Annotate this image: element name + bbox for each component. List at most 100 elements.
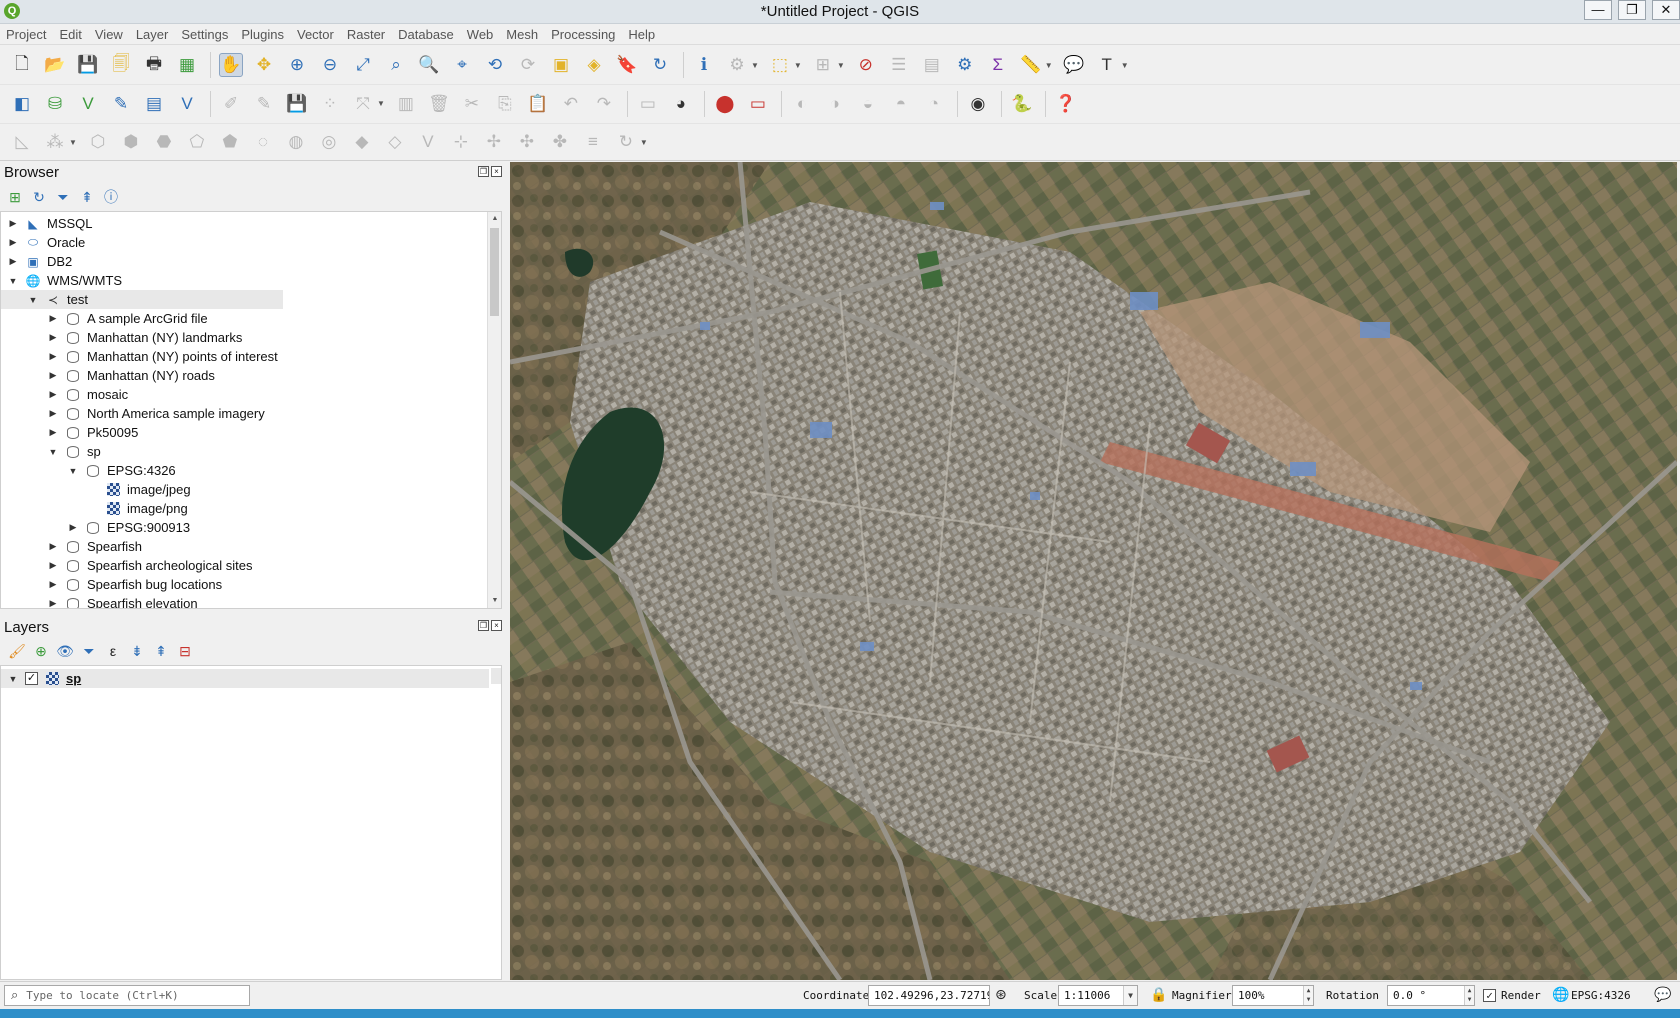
- reverse-line-icon[interactable]: ✤: [548, 130, 572, 154]
- expand-arrow-icon[interactable]: ▶: [47, 313, 59, 324]
- new-spatialite-icon[interactable]: ✎: [109, 92, 133, 116]
- tree-item-arcgrid[interactable]: ▶ A sample ArcGrid file: [47, 309, 208, 328]
- data-source-manager-icon[interactable]: ◧: [10, 92, 34, 116]
- filter-legend-icon[interactable]: ⏷: [80, 642, 98, 660]
- save-project-icon[interactable]: 💾: [76, 53, 100, 77]
- close-icon[interactable]: ×: [491, 620, 502, 631]
- collapse-arrow-icon[interactable]: ▼: [47, 447, 59, 457]
- menu-settings[interactable]: Settings: [181, 27, 228, 42]
- digitize-with-segment-icon[interactable]: ◺: [10, 130, 34, 154]
- browser-scrollbar[interactable]: ▲ ▼: [487, 212, 501, 608]
- tree-item-manhattan-poi[interactable]: ▶ Manhattan (NY) points of interest: [47, 347, 278, 366]
- add-selected-layers-icon[interactable]: ⊞: [6, 188, 24, 206]
- change-label-icon[interactable]: ◔: [922, 92, 946, 116]
- redo-icon[interactable]: ↷: [592, 92, 616, 116]
- expand-arrow-icon[interactable]: ▶: [47, 598, 59, 608]
- messages-icon[interactable]: 💬: [1654, 987, 1671, 1003]
- tree-item-manhattan-landmarks[interactable]: ▶ Manhattan (NY) landmarks: [47, 328, 243, 347]
- collapse-arrow-icon[interactable]: ▼: [7, 674, 19, 684]
- menu-view[interactable]: View: [95, 27, 123, 42]
- new-geopackage-icon[interactable]: ⛁: [43, 92, 67, 116]
- filter-expression-icon[interactable]: ε: [104, 642, 122, 660]
- expand-arrow-icon[interactable]: ▶: [47, 560, 59, 571]
- coordinate-field[interactable]: 102.49296,23.72719: [868, 985, 990, 1006]
- expand-arrow-icon[interactable]: ▶: [7, 237, 19, 248]
- layer-item-sp[interactable]: ▼ ✓ sp: [1, 669, 489, 688]
- scroll-down-icon[interactable]: ▼: [488, 594, 501, 608]
- undock-icon[interactable]: ❐: [478, 620, 489, 631]
- select-features-icon[interactable]: ⬚: [768, 53, 792, 77]
- chevron-down-icon[interactable]: ▼: [1045, 61, 1053, 70]
- python-console-icon[interactable]: 🐍: [1010, 92, 1034, 116]
- new-map-view-icon[interactable]: ▣: [549, 53, 573, 77]
- reshape-features-icon[interactable]: ⬟: [218, 130, 242, 154]
- align-icon[interactable]: ≡: [581, 130, 605, 154]
- zoom-native-icon[interactable]: ⌖: [450, 53, 474, 77]
- close-icon[interactable]: ×: [491, 166, 502, 177]
- tree-item-image-jpeg[interactable]: image/jpeg: [105, 480, 191, 499]
- copy-features-icon[interactable]: ⎘: [493, 92, 517, 116]
- magnifier-spinbox[interactable]: 100% ▲ ▼: [1232, 985, 1314, 1006]
- chevron-down-icon[interactable]: ▼: [640, 138, 648, 147]
- chevron-down-icon[interactable]: ▼: [69, 138, 77, 147]
- properties-info-icon[interactable]: ⓘ: [102, 188, 120, 206]
- cut-features-icon[interactable]: ✂: [460, 92, 484, 116]
- plugin-owl-icon[interactable]: ◉: [966, 92, 990, 116]
- zoom-to-selection-icon[interactable]: ⌕: [384, 53, 408, 77]
- render-checkbox[interactable]: ✓: [1483, 989, 1496, 1002]
- menu-plugins[interactable]: Plugins: [241, 27, 284, 42]
- chevron-down-icon[interactable]: ▼: [1121, 61, 1129, 70]
- menu-raster[interactable]: Raster: [347, 27, 385, 42]
- scale-combobox[interactable]: 1:11006 ▼: [1058, 985, 1138, 1006]
- menu-help[interactable]: Help: [628, 27, 655, 42]
- menu-edit[interactable]: Edit: [59, 27, 81, 42]
- pan-to-selection-icon[interactable]: ✥: [252, 53, 276, 77]
- chevron-down-icon[interactable]: ▼: [1123, 986, 1137, 1005]
- new-3d-view-icon[interactable]: ◈: [582, 53, 606, 77]
- statistics-icon[interactable]: Σ: [986, 53, 1010, 77]
- refresh-icon[interactable]: ↻: [30, 188, 48, 206]
- zoom-in-icon[interactable]: ⊕: [285, 53, 309, 77]
- expand-arrow-icon[interactable]: ▶: [67, 522, 79, 533]
- restore-button[interactable]: ❐: [1618, 0, 1646, 20]
- collapse-arrow-icon[interactable]: ▼: [7, 276, 19, 286]
- undo-icon[interactable]: ↶: [559, 92, 583, 116]
- save-as-icon[interactable]: 🗐: [109, 53, 133, 77]
- collapse-all-icon[interactable]: ⇞: [78, 188, 96, 206]
- add-feature-icon[interactable]: ⁘: [318, 92, 342, 116]
- tree-item-mssql[interactable]: ▶ ◣ MSSQL: [7, 214, 93, 233]
- toggle-extents-icon[interactable]: ⊛: [995, 987, 1007, 1003]
- spin-arrows-icon[interactable]: ▲ ▼: [1303, 986, 1313, 1005]
- measure-icon[interactable]: 📏: [1019, 53, 1043, 77]
- tree-item-oracle[interactable]: ▶ ⬭ Oracle: [7, 233, 86, 252]
- close-button[interactable]: ✕: [1652, 0, 1680, 20]
- collapse-arrow-icon[interactable]: ▼: [27, 295, 39, 305]
- tree-item-pk50095[interactable]: ▶ Pk50095: [47, 423, 139, 442]
- fill-ring-icon[interactable]: ⬢: [119, 130, 143, 154]
- tree-item-image-png[interactable]: image/png: [105, 499, 188, 518]
- expand-arrow-icon[interactable]: ▶: [47, 541, 59, 552]
- tree-item-spearfish-bug[interactable]: ▶ Spearfish bug locations: [47, 575, 223, 594]
- pin-labels-icon[interactable]: ◐: [790, 92, 814, 116]
- expand-all-icon[interactable]: ⇟: [128, 642, 146, 660]
- expand-arrow-icon[interactable]: ▶: [7, 218, 19, 229]
- current-edits-icon[interactable]: ✐: [219, 92, 243, 116]
- delete-part-icon[interactable]: ⬠: [185, 130, 209, 154]
- tree-item-mosaic[interactable]: ▶ mosaic: [47, 385, 129, 404]
- show-hide-labels-icon[interactable]: ◑: [823, 92, 847, 116]
- tree-item-spearfish[interactable]: ▶ Spearfish: [47, 537, 142, 556]
- collapse-all-icon[interactable]: ⇞: [152, 642, 170, 660]
- offset-curve-icon[interactable]: ◌: [251, 130, 275, 154]
- tree-item-epsg900913[interactable]: ▶ EPSG:900913: [67, 518, 191, 537]
- new-shapefile-icon[interactable]: V: [76, 92, 100, 116]
- zoom-full-icon[interactable]: ⤢: [351, 53, 375, 77]
- rotation-spinbox[interactable]: 0.0 ° ▲ ▼: [1387, 985, 1475, 1006]
- trim-extend-icon[interactable]: ✢: [482, 130, 506, 154]
- split-features-icon[interactable]: ◍: [284, 130, 308, 154]
- label-abc-icon[interactable]: ▭: [746, 92, 770, 116]
- spin-arrows-icon[interactable]: ▲ ▼: [1464, 986, 1474, 1005]
- menu-project[interactable]: Project: [6, 27, 46, 42]
- layer-labeling-icon[interactable]: ⬤: [713, 92, 737, 116]
- map-canvas[interactable]: [510, 162, 1677, 980]
- expand-arrow-icon[interactable]: ▶: [47, 332, 59, 343]
